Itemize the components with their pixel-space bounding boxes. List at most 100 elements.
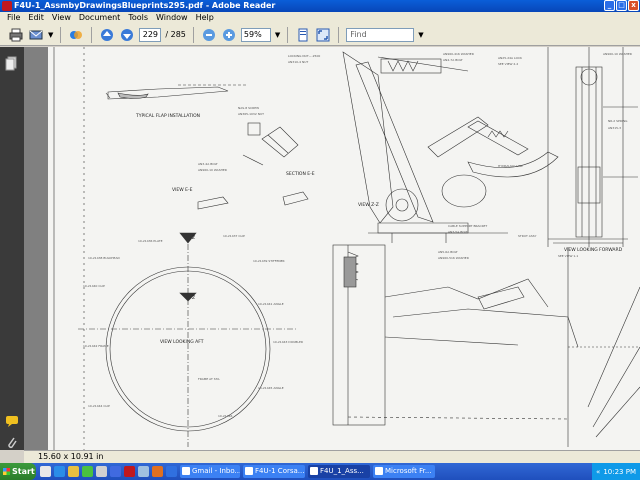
clock[interactable]: 10:23 PM [603,468,636,476]
task-adobe-reader[interactable]: F4U_1_Ass... [308,465,370,478]
menu-document[interactable]: Document [75,12,124,24]
email-dropdown-icon[interactable]: ▼ [48,31,53,39]
svg-text:AN3-5A BOLT: AN3-5A BOLT [448,230,468,234]
label-axis-z-top: Z [192,235,195,241]
svg-text:10-21436 PLATE: 10-21436 PLATE [138,239,163,243]
svg-text:AN960-10 WASHER: AN960-10 WASHER [198,168,227,172]
menu-window[interactable]: Window [152,12,192,24]
find-input[interactable]: Find [346,27,415,42]
zoom-in-icon[interactable] [221,27,237,43]
quick-launch [40,466,177,477]
menu-file[interactable]: File [3,12,24,24]
task-gmail[interactable]: Gmail - Inbo... [180,465,240,478]
svg-text:SEE VIEW 1-1: SEE VIEW 1-1 [558,254,578,258]
svg-text:SEE VIEW 2-2: SEE VIEW 2-2 [498,62,518,66]
folder-icon[interactable] [68,466,79,477]
svg-text:10-21444 CLIP: 10-21444 CLIP [88,404,110,408]
show-desktop-icon[interactable] [40,466,51,477]
adobe-reader-icon [2,1,12,11]
svg-text:AN25-24A LOCK: AN25-24A LOCK [498,56,523,60]
svg-text:LOCKING NUT—.2500: LOCKING NUT—.2500 [288,54,320,58]
previous-page-icon[interactable] [99,27,115,43]
menu-tools[interactable]: Tools [124,12,152,24]
menu-edit[interactable]: Edit [24,12,48,24]
svg-text:AN4-7A BOLT: AN4-7A BOLT [443,58,463,62]
toolbar-separator [338,26,340,43]
status-bar: 15.60 x 10.91 in [24,450,640,463]
email-icon[interactable] [28,27,44,43]
calculator-icon[interactable] [96,466,107,477]
svg-text:AN365-1032 NUT: AN365-1032 NUT [238,112,264,116]
svg-text:AN5-6A BOLT: AN5-6A BOLT [438,250,458,254]
toolbar-separator [60,26,62,43]
start-button[interactable]: Start [0,463,36,480]
paint-icon[interactable] [138,466,149,477]
fit-page-icon[interactable] [295,27,311,43]
label-section-ee: SECTION E-E [286,171,315,177]
menu-bar: File Edit View Document Tools Window Hel… [0,12,640,24]
task-microsoft[interactable]: Microsoft Fr... [373,465,435,478]
find-dropdown-icon[interactable]: ▼ [418,31,423,39]
svg-text:10-21438 BULKHEAD: 10-21438 BULKHEAD [88,256,120,260]
svg-text:AN315-3: AN315-3 [608,126,621,130]
media-icon[interactable] [110,466,121,477]
svg-text:10-21446: 10-21446 [218,414,233,418]
svg-text:CABLE SUPPORT BRACKET: CABLE SUPPORT BRACKET [448,224,487,228]
adobe-reader-icon[interactable] [124,466,135,477]
zoom-out-icon[interactable] [201,27,217,43]
label-typical-flap: TYPICAL FLAP INSTALLATION [135,113,200,119]
window-titlebar: F4U-1_AssmbyDrawingsBlueprints295.pdf - … [0,0,640,12]
internet-explorer-icon[interactable] [54,466,65,477]
zoom-level-input[interactable]: 59% [240,27,271,42]
tray-expand-icon[interactable]: « [596,468,600,476]
comments-icon[interactable] [4,413,20,429]
page-total: / 285 [165,30,186,39]
taskbar: Start Gmail - Inbo... F4U-1 Corsa... F4U… [0,463,640,480]
pages-icon[interactable] [4,55,20,71]
task-corsair[interactable]: F4U-1 Corsa... [243,465,305,478]
blueprint-drawing: LOCKING NUT—.2500 AN310-4 NUT AN960-416 … [53,47,640,450]
menu-help[interactable]: Help [192,12,218,24]
print-icon[interactable] [8,27,24,43]
toolbar-separator [91,26,93,43]
label-view-zz: VIEW Z-Z [358,202,379,208]
navigation-panel [0,47,24,450]
page-size-readout: 15.60 x 10.91 in [38,452,104,461]
svg-text:AN310-4 NUT: AN310-4 NUT [288,60,308,64]
document-viewer[interactable]: LOCKING NUT—.2500 AN310-4 NUT AN960-416 … [24,47,640,450]
word-icon[interactable] [166,466,177,477]
svg-text:10-21443 DOUBLER: 10-21443 DOUBLER [273,340,303,344]
label-view-looking-forward: VIEW LOOKING FORWARD [564,247,623,253]
svg-text:NR-2 SPRING: NR-2 SPRING [608,119,628,123]
svg-text:10-21442 FRAME: 10-21442 FRAME [83,344,109,348]
full-screen-icon[interactable] [315,27,331,43]
svg-text:STRUT ASSY: STRUT ASSY [518,234,537,238]
firefox-icon[interactable] [152,466,163,477]
window-title: F4U-1_AssmbyDrawingsBlueprints295.pdf - … [14,1,276,10]
collaborate-icon[interactable] [68,27,84,43]
menu-view[interactable]: View [48,12,75,24]
svg-text:10-21440 CLIP: 10-21440 CLIP [83,284,105,288]
svg-text:10-21441 ANGLE: 10-21441 ANGLE [258,302,284,306]
svg-text:HYDRAULIC LINE: HYDRAULIC LINE [498,164,523,168]
svg-text:AN3-4A BOLT: AN3-4A BOLT [198,162,218,166]
toolbar-separator [287,26,289,43]
media-player-icon[interactable] [82,466,93,477]
label-view-ee: VIEW E-E [172,187,193,193]
svg-text:10-21437 CLIP: 10-21437 CLIP [223,234,245,238]
label-axis-z-mid: Z [192,295,195,301]
page-number-input[interactable]: 229 [139,27,162,42]
svg-text:NAS-8 SCREW: NAS-8 SCREW [238,106,259,110]
close-button[interactable]: x [628,0,639,11]
next-page-icon[interactable] [119,27,135,43]
svg-text:10-21439 STIFFENER: 10-21439 STIFFENER [253,259,285,263]
zoom-dropdown-icon[interactable]: ▼ [275,31,280,39]
label-view-looking-aft: VIEW LOOKING AFT [160,339,204,345]
toolbar: ▼ 229 / 285 59% ▼ Find ▼ [0,24,640,46]
svg-text:FRAME AT STA.: FRAME AT STA. [198,377,220,381]
maximize-button[interactable]: □ [616,0,627,11]
minimize-button[interactable]: _ [604,0,615,11]
svg-text:AN960-10 WASHER: AN960-10 WASHER [603,52,632,56]
system-tray: « 10:23 PM [592,463,640,480]
attachments-icon[interactable] [4,435,20,451]
